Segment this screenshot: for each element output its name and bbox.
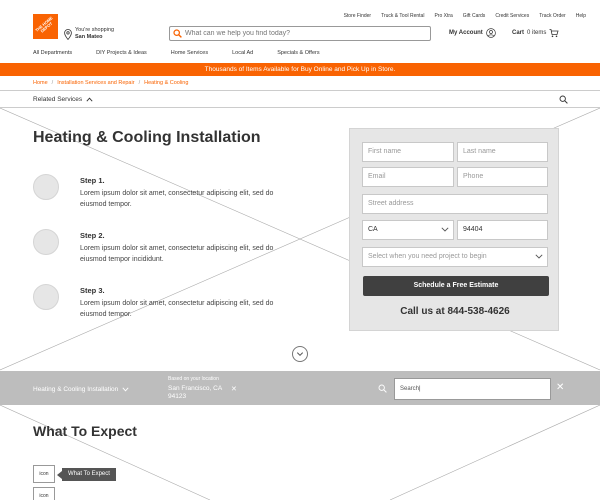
based-on-location-label: Based on your location <box>168 376 219 382</box>
nav-label: Specials & Offers <box>277 50 320 56</box>
step-3: Step 3. Lorem ipsum dolor sit amet, cons… <box>33 284 295 320</box>
phone-field[interactable]: Phone <box>457 167 548 187</box>
breadcrumb-separator: / <box>51 80 54 86</box>
nav-label: All Departments <box>33 50 73 56</box>
utility-link-help[interactable]: Help <box>576 13 586 19</box>
step-text: Lorem ipsum dolor sit amet, consectetur … <box>80 190 274 208</box>
step-1: Step 1. Lorem ipsum dolor sit amet, cons… <box>33 174 295 210</box>
email-field[interactable]: Email <box>362 167 454 187</box>
search-icon[interactable] <box>559 95 568 104</box>
zip-field[interactable]: 94404 <box>457 220 548 240</box>
what-to-expect-title: What To Expect <box>33 423 137 439</box>
sticky-search-value: Search <box>400 386 420 392</box>
timeline-placeholder: Select when you need project to begin <box>368 253 487 260</box>
search-icon[interactable] <box>173 29 182 38</box>
step-icon-placeholder <box>33 229 59 255</box>
chevron-down-icon <box>535 254 543 259</box>
utility-link-pro-xtra[interactable]: Pro Xtra <box>434 13 452 19</box>
utility-link-gift-cards[interactable]: Gift Cards <box>463 13 486 19</box>
timeline-select[interactable]: Select when you need project to begin <box>362 247 548 267</box>
utility-link-credit-services[interactable]: Credit Services <box>495 13 529 19</box>
icon-placeholder[interactable]: icon <box>33 487 55 500</box>
scroll-down-button[interactable] <box>292 346 308 362</box>
step-title: Step 1. <box>80 176 105 185</box>
nav-all-departments[interactable]: All Departments <box>33 50 84 56</box>
step-icon-placeholder <box>33 284 59 310</box>
store-label: You're shopping <box>75 27 115 33</box>
location-value: San Francisco, CA 94123 <box>168 385 222 401</box>
nav-label: DIY Projects & Ideas <box>96 50 147 56</box>
breadcrumb-separator: / <box>138 80 141 86</box>
location-zip: 94123 <box>168 393 187 400</box>
step-text: Lorem ipsum dolor sit amet, consectetur … <box>80 245 274 263</box>
breadcrumb-installation[interactable]: Installation Services and Repair <box>57 80 134 86</box>
cart-label: Cart <box>512 30 525 36</box>
cart-icon <box>549 29 559 38</box>
breadcrumb-heating-cooling[interactable]: Heating & Cooling <box>144 80 188 86</box>
nav-specials-offers[interactable]: Specials & Offers <box>277 50 331 56</box>
nav-label: Home Services <box>170 50 209 56</box>
my-account-link[interactable]: My Account <box>449 28 496 38</box>
call-us-text[interactable]: Call us at 844-538-4626 <box>350 306 560 317</box>
sticky-service-bar: Heating & Cooling Installation Based on … <box>0 371 600 405</box>
logo-text: THE HOME DEPOT <box>34 15 54 34</box>
utility-link-truck-rental[interactable]: Truck & Tool Rental <box>381 13 424 19</box>
nav-label: Local Ad <box>232 50 254 56</box>
store-selector[interactable]: You're shopping San Mateo <box>64 27 114 41</box>
main-search-input[interactable] <box>182 30 422 37</box>
last-name-field[interactable]: Last name <box>457 142 548 162</box>
store-name: San Mateo <box>75 34 103 40</box>
main-search-bar[interactable] <box>169 26 431 41</box>
step-title: Step 2. <box>80 231 105 240</box>
clear-location-icon[interactable]: ✕ <box>231 385 237 393</box>
related-services-bar: Related Services <box>0 90 600 108</box>
chevron-up-icon <box>86 97 93 102</box>
nav-local-ad[interactable]: Local Ad <box>232 50 265 56</box>
chevron-down-icon <box>122 387 129 392</box>
step-icon-placeholder <box>33 174 59 200</box>
step-2: Step 2. Lorem ipsum dolor sit amet, cons… <box>33 229 295 265</box>
icon-placeholder[interactable]: icon <box>33 465 55 483</box>
step-title: Step 3. <box>80 286 105 295</box>
related-services-toggle[interactable]: Related Services <box>33 96 93 103</box>
promo-banner[interactable]: Thousands of Items Available for Buy Onl… <box>0 63 600 76</box>
nav-home-services[interactable]: Home Services <box>171 50 220 56</box>
step-text: Lorem ipsum dolor sit amet, consectetur … <box>80 300 274 318</box>
chevron-down-icon <box>441 227 449 232</box>
breadcrumb: Home / Installation Services and Repair / He… <box>33 80 188 86</box>
state-select[interactable]: CA <box>362 220 454 240</box>
utility-link-track-order[interactable]: Track Order <box>539 13 565 19</box>
main-nav: All Departments DIY Projects & Ideas Hom… <box>33 50 344 56</box>
service-selector-label: Heating & Cooling Installation <box>33 386 119 393</box>
schedule-estimate-button[interactable]: Schedule a Free Estimate <box>363 276 549 296</box>
estimate-form: First name Last name Email Phone Street … <box>349 128 559 331</box>
tooltip: What To Expect <box>57 468 116 481</box>
cart-count: 0 items <box>527 30 547 36</box>
breadcrumb-home[interactable]: Home <box>33 80 48 86</box>
first-name-field[interactable]: First name <box>362 142 454 162</box>
location-pin-icon <box>64 28 72 40</box>
page-title: Heating & Cooling Installation <box>33 129 261 146</box>
chevron-down-icon <box>296 352 304 357</box>
nav-diy-projects[interactable]: DIY Projects & Ideas <box>96 50 159 56</box>
home-depot-logo[interactable]: THE HOME DEPOT <box>33 14 58 39</box>
utility-link-store-finder[interactable]: Store Finder <box>344 13 372 19</box>
text-cursor: | <box>419 386 421 392</box>
search-icon[interactable] <box>378 384 387 393</box>
cart-link[interactable]: Cart 0 items <box>512 28 559 38</box>
user-icon <box>486 28 496 38</box>
sticky-search-input[interactable]: Search| <box>394 378 551 400</box>
street-address-field[interactable]: Street address <box>362 194 548 214</box>
utility-nav: Store Finder Truck & Tool Rental Pro Xtr… <box>334 13 586 19</box>
my-account-label: My Account <box>449 30 483 36</box>
location-city: San Francisco, CA <box>168 385 223 392</box>
service-selector[interactable]: Heating & Cooling Installation <box>33 386 129 393</box>
related-services-label: Related Services <box>33 96 83 103</box>
state-value: CA <box>368 226 378 233</box>
close-icon[interactable]: ✕ <box>556 383 564 393</box>
